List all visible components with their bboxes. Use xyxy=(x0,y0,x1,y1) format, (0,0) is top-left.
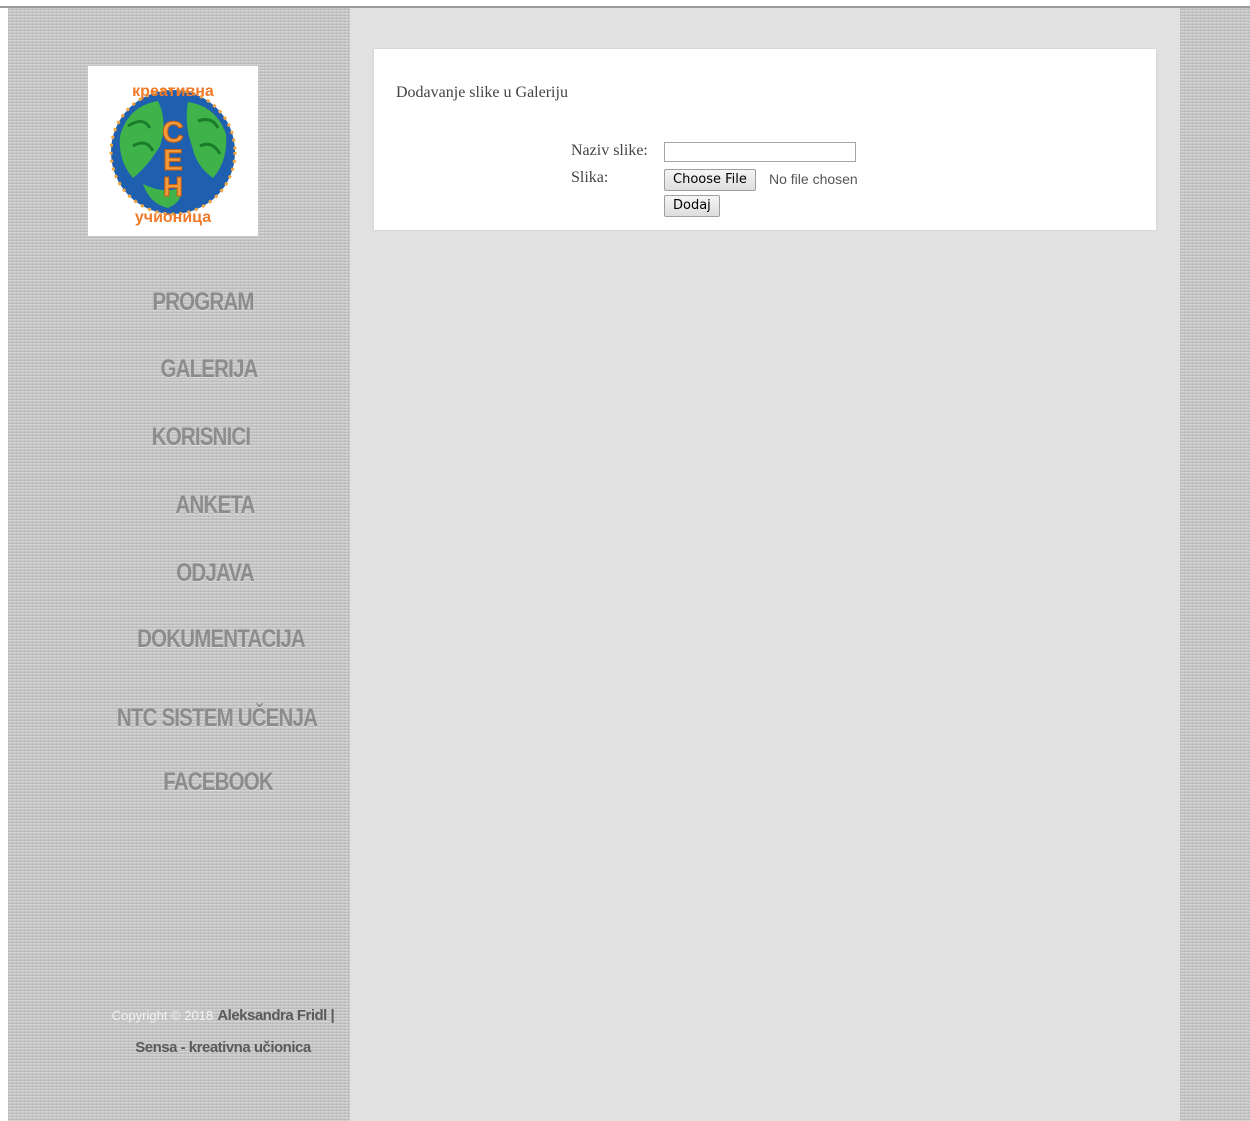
file-status-text: No file chosen xyxy=(769,171,858,187)
right-texture-strip xyxy=(1180,8,1250,1121)
brain-globe-logo-icon: креативна С Е Н учионица xyxy=(109,83,237,226)
image-name-input[interactable] xyxy=(664,142,856,162)
nav-korisnici[interactable]: KORISNICI xyxy=(140,423,263,452)
nav-odjava[interactable]: ODJAVA xyxy=(162,559,269,588)
nav-anketa[interactable]: ANKETA xyxy=(162,491,269,520)
footer-author: Aleksandra Fridl | xyxy=(217,1007,335,1024)
footer-copyright: Copyright © 2018 xyxy=(111,1008,214,1023)
nav-facebook[interactable]: FACEBOOK xyxy=(152,768,283,797)
image-file-label: Slika: xyxy=(571,169,609,186)
upload-form-card: Dodavanje slike u Galeriju Naziv slike: … xyxy=(374,49,1156,230)
image-name-label: Naziv slike: xyxy=(571,142,648,159)
site-logo[interactable]: креативна С Е Н учионица xyxy=(88,66,258,236)
form-title: Dodavanje slike u Galeriju xyxy=(396,84,568,101)
svg-text:креативна: креативна xyxy=(132,83,214,100)
svg-text:Н: Н xyxy=(163,171,183,202)
nav-ntc-sistem-ucenja[interactable]: NTC SISTEM UČENJA xyxy=(110,704,325,733)
choose-file-button[interactable]: Choose File xyxy=(664,169,756,191)
footer-site-name: Sensa - kreativna učionica xyxy=(135,1039,311,1056)
nav-galerija[interactable]: GALERIJA xyxy=(149,355,269,384)
sidebar-footer: Copyright © 2018 Aleksandra Fridl | Sens… xyxy=(88,1000,358,1064)
footer-line-1: Copyright © 2018 Aleksandra Fridl | xyxy=(88,1000,358,1032)
nav-dokumentacija[interactable]: DOKUMENTACIJA xyxy=(127,625,316,654)
page: креативна С Е Н учионица PROGRAM GALERIJ… xyxy=(0,0,1250,1121)
nav-program[interactable]: PROGRAM xyxy=(143,288,263,317)
svg-text:учионица: учионица xyxy=(135,209,211,226)
add-image-submit-button[interactable]: Dodaj xyxy=(664,195,720,217)
